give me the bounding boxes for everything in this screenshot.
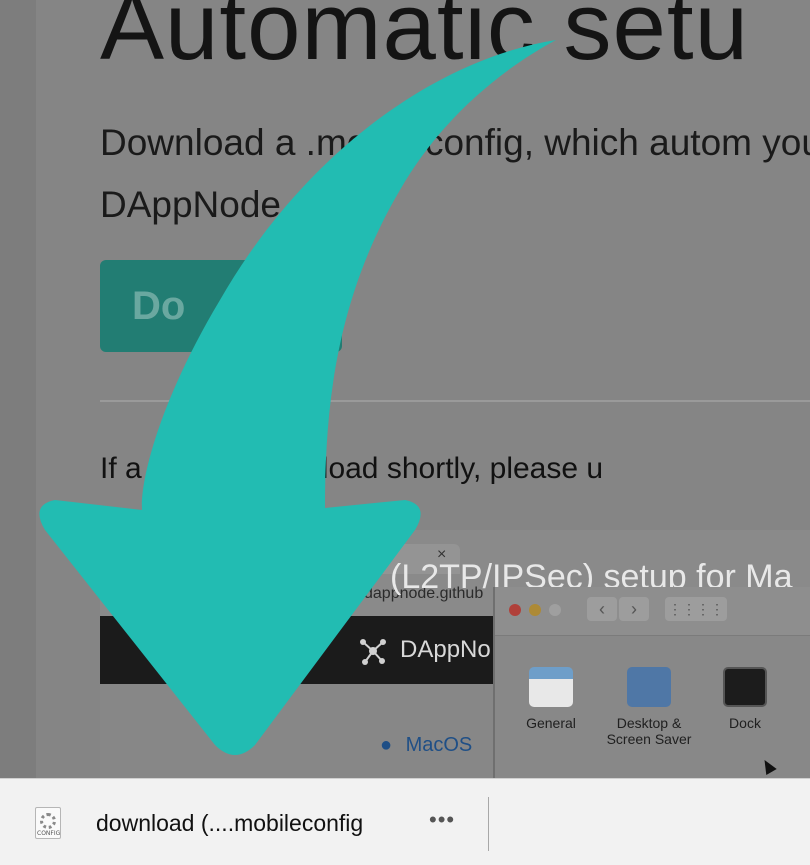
- pref-desktop-label-1: Desktop &: [616, 715, 682, 731]
- pref-desktop-screen-saver: Desktop & Screen Saver: [599, 667, 699, 747]
- pref-dock: Dock: [715, 667, 775, 731]
- download-item-more-button[interactable]: •••: [429, 807, 455, 833]
- download-shelf: CONFIG download (....mobileconfig •••: [0, 778, 810, 865]
- divider: [100, 400, 810, 402]
- forward-arrow-icon: ›: [619, 597, 649, 621]
- preview-window-titlebar: ‹ › ⋮⋮⋮⋮: [495, 587, 810, 636]
- dappnode-logo-icon: [360, 639, 386, 665]
- pref-desktop-label-2: Screen Saver: [606, 731, 692, 747]
- close-light-icon: [509, 604, 521, 616]
- download-item-filename[interactable]: download (....mobileconfig: [96, 810, 363, 837]
- zoom-light-icon: [549, 604, 561, 616]
- pref-general: General: [519, 667, 583, 731]
- desktop-screen-saver-icon: [627, 667, 671, 707]
- download-button[interactable]: Do: [100, 260, 342, 352]
- apple-icon: ●: [380, 734, 393, 756]
- page-title: Automatic setu: [100, 0, 749, 80]
- preview-brand-name: DAppNo: [400, 636, 491, 663]
- show-all-grid-icon: ⋮⋮⋮⋮: [665, 597, 727, 621]
- file-icon-label: CONFIG: [37, 830, 61, 837]
- preview-system-preferences-window: ‹ › ⋮⋮⋮⋮ General Desktop & Screen Saver …: [493, 587, 810, 778]
- preview-navbar: DAppNo: [100, 616, 495, 684]
- minimize-light-icon: [529, 604, 541, 616]
- download-note: If a start to download shortly, please u: [100, 452, 604, 485]
- mobileconfig-file-icon: CONFIG: [35, 807, 61, 839]
- macos-label: MacOS: [405, 734, 473, 756]
- preview-macos-tab: ● MacOS: [380, 734, 472, 757]
- gear-icon: [40, 813, 56, 829]
- tutorial-screenshot: × dappnode.github (L2TP/IPSec) setup for…: [100, 530, 810, 778]
- pref-general-label: General: [526, 715, 576, 731]
- general-icon: [529, 667, 573, 707]
- left-margin: [0, 0, 36, 778]
- shelf-divider: [488, 797, 489, 851]
- page-description: Download a .mobileconfig, which autom yo…: [100, 122, 810, 225]
- dock-icon: [723, 667, 767, 707]
- pref-dock-label: Dock: [729, 715, 761, 731]
- back-arrow-icon: ‹: [587, 597, 617, 621]
